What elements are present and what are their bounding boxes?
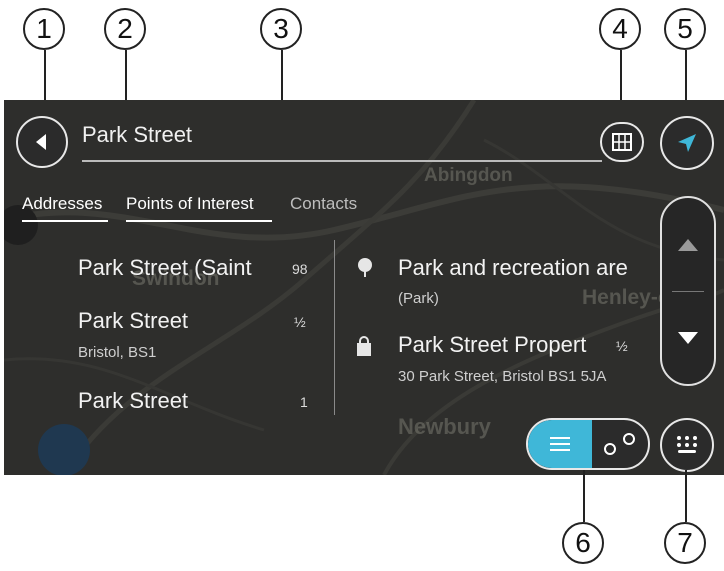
keyboard-icon xyxy=(677,436,697,453)
map-grid-icon xyxy=(612,133,632,151)
list-icon xyxy=(550,437,570,451)
route-icon xyxy=(604,433,635,455)
callout-5: 5 xyxy=(664,8,706,50)
result-left-1-distance: 98 xyxy=(292,261,308,277)
list-view-button[interactable] xyxy=(528,420,592,468)
tab-contacts[interactable]: Contacts xyxy=(290,194,357,214)
callout-1: 1 xyxy=(23,8,65,50)
map-label-abingdon: Abingdon xyxy=(424,165,513,186)
list-map-toggle xyxy=(526,418,650,470)
result-left-1-title[interactable]: Park Street (Saint xyxy=(78,255,268,281)
chevron-up-icon xyxy=(678,238,698,251)
navigation-arrow-icon xyxy=(678,134,696,152)
device-screen: Abingdon Swindon Henley-on-T Newbury Par… xyxy=(4,100,724,475)
result-right-2-subtitle: 30 Park Street, Bristol BS1 5JA xyxy=(398,368,607,385)
tab-addresses[interactable]: Addresses xyxy=(22,194,102,214)
current-location-button[interactable] xyxy=(660,116,714,170)
result-right-2-distance: ½ xyxy=(616,338,628,354)
result-left-3-title[interactable]: Park Street xyxy=(78,388,188,414)
tab-addresses-underline xyxy=(22,220,108,222)
map-label-newbury: Newbury xyxy=(398,414,491,439)
result-left-2-subtitle: Bristol, BS1 xyxy=(78,344,157,361)
chevron-down-icon xyxy=(678,332,698,344)
result-right-2-title[interactable]: Park Street Propert xyxy=(398,332,608,358)
tab-points-of-interest-underline xyxy=(126,220,272,222)
tab-points-of-interest[interactable]: Points of Interest xyxy=(126,194,254,214)
keyboard-button[interactable] xyxy=(660,418,714,472)
callout-4: 4 xyxy=(599,8,641,50)
back-arrow-icon xyxy=(36,134,46,150)
result-right-1-subtitle: (Park) xyxy=(398,290,439,307)
callout-2: 2 xyxy=(104,8,146,50)
callout-6: 6 xyxy=(562,522,604,564)
result-right-1-title[interactable]: Park and recreation are xyxy=(398,255,642,281)
map-results-button[interactable] xyxy=(592,420,648,468)
result-left-2-distance: ½ xyxy=(294,314,306,330)
scroll-up-button[interactable] xyxy=(662,198,714,291)
callout-6-leader xyxy=(583,470,585,522)
shopping-bag-icon xyxy=(357,336,371,356)
result-left-3-distance: 1 xyxy=(300,394,308,410)
search-underline xyxy=(82,160,602,162)
callout-7-leader xyxy=(685,470,687,522)
tree-icon xyxy=(358,258,372,277)
scroll-control xyxy=(660,196,716,386)
scroll-down-button[interactable] xyxy=(662,292,714,384)
results-divider xyxy=(334,240,335,415)
back-button[interactable] xyxy=(16,116,68,168)
result-left-2-title[interactable]: Park Street xyxy=(78,308,188,334)
map-view-button[interactable] xyxy=(600,122,644,162)
callout-3: 3 xyxy=(260,8,302,50)
callout-7: 7 xyxy=(664,522,706,564)
search-input[interactable]: Park Street xyxy=(82,122,192,148)
